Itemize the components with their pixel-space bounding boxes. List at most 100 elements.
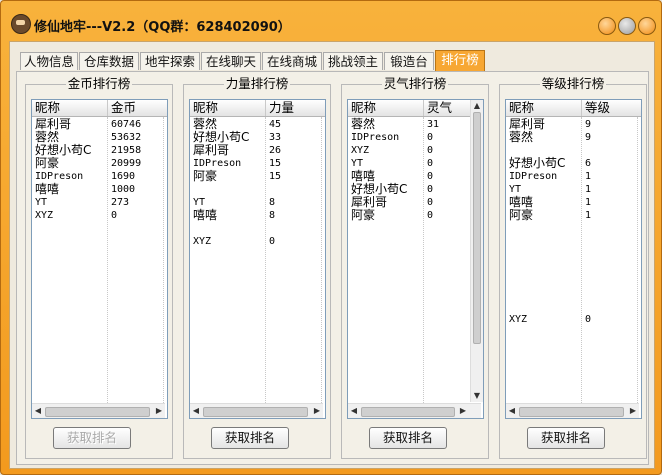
cell-nickname: 好想小苟C xyxy=(509,156,566,170)
horizontal-scrollbar[interactable]: ◀ ▶ xyxy=(348,403,481,418)
list-header: 昵称 等级 xyxy=(506,100,641,117)
column-header-name[interactable]: 昵称 xyxy=(32,100,108,116)
column-header-name[interactable]: 昵称 xyxy=(190,100,266,116)
cell-nickname: IDPreson xyxy=(509,171,558,182)
cell-value: 15 xyxy=(269,158,282,169)
cell-nickname: XYZ xyxy=(509,314,528,325)
scroll-left-icon[interactable]: ◀ xyxy=(507,406,517,416)
fetch-ranking-button[interactable]: 获取排名 xyxy=(211,427,289,449)
title-bar[interactable]: 修仙地牢---V2.2（QQ群：628402090） xyxy=(1,1,661,37)
table-row[interactable]: 犀利哥 26 xyxy=(190,144,325,157)
scroll-left-icon[interactable]: ◀ xyxy=(349,406,359,416)
tab-chat[interactable]: 在线聊天 xyxy=(201,52,261,70)
tab-forge[interactable]: 锻造台 xyxy=(384,52,434,70)
cell-value: 31 xyxy=(427,119,440,130)
minimize-button[interactable] xyxy=(598,17,616,35)
scroll-thumb[interactable] xyxy=(203,407,308,417)
app-logo-icon xyxy=(11,14,31,34)
window-title: 修仙地牢---V2.2（QQ群：628402090） xyxy=(34,20,291,35)
cell-nickname: IDPreson xyxy=(351,132,400,143)
column-header-name[interactable]: 昵称 xyxy=(348,100,424,116)
cell-value: 45 xyxy=(269,119,282,130)
fetch-ranking-button[interactable]: 获取排名 xyxy=(527,427,605,449)
scroll-right-icon[interactable]: ▶ xyxy=(312,406,322,416)
table-row[interactable]: XYZ 0 xyxy=(32,209,167,222)
vertical-scrollbar[interactable]: ▲ ▼ xyxy=(470,100,483,402)
cell-nickname: XYZ xyxy=(35,210,54,221)
cell-value: 8 xyxy=(269,210,276,221)
cell-value: 26 xyxy=(269,145,282,156)
table-row[interactable]: 阿豪 1 xyxy=(506,208,641,222)
table-row[interactable]: 蓉然 31 xyxy=(348,118,483,131)
tab-boss[interactable]: 挑战领主 xyxy=(323,52,383,70)
cell-value: 0 xyxy=(427,158,434,169)
scroll-up-icon[interactable]: ▲ xyxy=(472,101,482,111)
fetch-ranking-button[interactable]: 获取排名 xyxy=(369,427,447,449)
horizontal-scrollbar[interactable]: ◀ ▶ xyxy=(190,403,323,418)
ranking-list[interactable]: 昵称 力量 蓉然 45 好想小苟C 33 犀利哥 26 IDPreson 15 阿豪 15 YT 8 嘻嘻 8… xyxy=(189,99,326,419)
ranking-list[interactable]: 昵称 灵气 蓉然 31 IDPreson 0 XYZ 0 YT 0 嘻嘻 0 好想小苟C 0 犀利哥 0 阿豪 0… xyxy=(347,99,484,419)
cell-value: 1 xyxy=(585,210,592,221)
tab-warehouse[interactable]: 仓库数据 xyxy=(79,52,139,70)
scroll-right-icon[interactable]: ▶ xyxy=(458,406,468,416)
level-ranking-group: 等级排行榜 昵称 等级 犀利哥 9 蓉然 9 好想小苟C 6 IDPreson 1 YT 1 嘻嘻 1 阿豪 1… xyxy=(499,76,647,459)
scroll-right-icon[interactable]: ▶ xyxy=(628,406,638,416)
panel-title: 力量排行榜 xyxy=(223,76,291,91)
horizontal-scrollbar[interactable]: ◀ ▶ xyxy=(32,403,165,418)
ranking-list[interactable]: 昵称 金币 犀利哥 60746 蓉然 53632 好想小苟C 21958 阿豪 20999 IDPr… xyxy=(31,99,168,419)
close-button[interactable] xyxy=(638,17,656,35)
table-row[interactable]: 嘻嘻 1000 xyxy=(32,183,167,196)
scroll-thumb[interactable] xyxy=(473,112,481,344)
app-window: 修仙地牢---V2.2（QQ群：628402090） 人物信息 仓库数据 地牢探… xyxy=(0,0,662,475)
table-row[interactable]: XYZ 0 xyxy=(348,144,483,157)
table-row[interactable]: XYZ 0 xyxy=(506,313,641,326)
tab-dungeon[interactable]: 地牢探索 xyxy=(140,52,200,70)
scroll-right-icon[interactable]: ▶ xyxy=(154,406,164,416)
gold-ranking-group: 金币排行榜昵称 金币 犀利哥 60746 蓉然 53632 好想小苟C 21958 阿豪 2099… xyxy=(25,76,173,459)
cell-value: 33 xyxy=(269,132,282,143)
table-row[interactable]: 蓉然 9 xyxy=(506,131,641,144)
scroll-thumb[interactable] xyxy=(361,407,455,417)
spirit-ranking-group: 灵气排行榜 昵称 灵气 蓉然 31 IDPreson 0 XYZ 0 YT 0 嘻嘻 0 好想小苟C 0 犀利… xyxy=(341,76,489,459)
cell-nickname: XYZ xyxy=(193,236,212,247)
tab-character-info[interactable]: 人物信息 xyxy=(20,52,78,70)
scroll-thumb[interactable] xyxy=(519,407,624,417)
scroll-left-icon[interactable]: ◀ xyxy=(33,406,43,416)
tab-leaderboard[interactable]: 排行榜 xyxy=(435,50,485,71)
cell-value: 60746 xyxy=(111,119,142,130)
column-header-name[interactable]: 昵称 xyxy=(506,100,582,116)
table-row[interactable]: 阿豪 20999 xyxy=(32,157,167,170)
scroll-left-icon[interactable]: ◀ xyxy=(191,406,201,416)
table-row[interactable]: 阿豪 15 xyxy=(190,169,325,183)
scroll-thumb[interactable] xyxy=(45,407,150,417)
table-row[interactable]: IDPreson 1 xyxy=(506,170,641,183)
maximize-button[interactable] xyxy=(618,17,636,35)
cell-nickname: 阿豪 xyxy=(509,208,534,222)
cell-value: 1 xyxy=(585,184,592,195)
cell-value: 8 xyxy=(269,197,276,208)
table-row[interactable]: XYZ 0 xyxy=(190,235,325,248)
ranking-list[interactable]: 昵称 等级 犀利哥 9 蓉然 9 好想小苟C 6 IDPreson 1 YT 1 嘻嘻 1 阿豪 1 XYZ 0 … xyxy=(505,99,642,419)
cell-value: 0 xyxy=(427,210,434,221)
cell-nickname: 阿豪 xyxy=(351,208,376,222)
cell-value: 9 xyxy=(585,119,592,130)
table-row[interactable]: YT 273 xyxy=(32,196,167,209)
list-header: 昵称 灵气 xyxy=(348,100,483,117)
cell-value: 0 xyxy=(269,236,276,247)
column-header-value[interactable]: 金币 xyxy=(108,100,167,116)
table-row[interactable]: 嘻嘻 8 xyxy=(190,209,325,222)
cell-value: 9 xyxy=(585,132,592,143)
column-header-value[interactable]: 力量 xyxy=(266,100,325,116)
horizontal-scrollbar[interactable]: ◀ ▶ xyxy=(506,403,639,418)
fetch-ranking-button[interactable]: 获取排名 xyxy=(53,427,131,449)
cell-value: 15 xyxy=(269,171,282,182)
table-row[interactable]: 好想小苟C 6 xyxy=(506,156,641,170)
tab-shop[interactable]: 在线商城 xyxy=(262,52,322,70)
scroll-down-icon[interactable]: ▼ xyxy=(472,391,482,401)
table-row[interactable]: IDPreson 0 xyxy=(348,131,483,144)
panel-title: 金币排行榜 xyxy=(65,76,133,91)
column-header-value[interactable]: 等级 xyxy=(582,100,641,116)
cell-nickname: XYZ xyxy=(351,145,370,156)
table-row[interactable]: 阿豪 0 xyxy=(348,208,483,222)
cell-nickname: 阿豪 xyxy=(193,169,218,183)
